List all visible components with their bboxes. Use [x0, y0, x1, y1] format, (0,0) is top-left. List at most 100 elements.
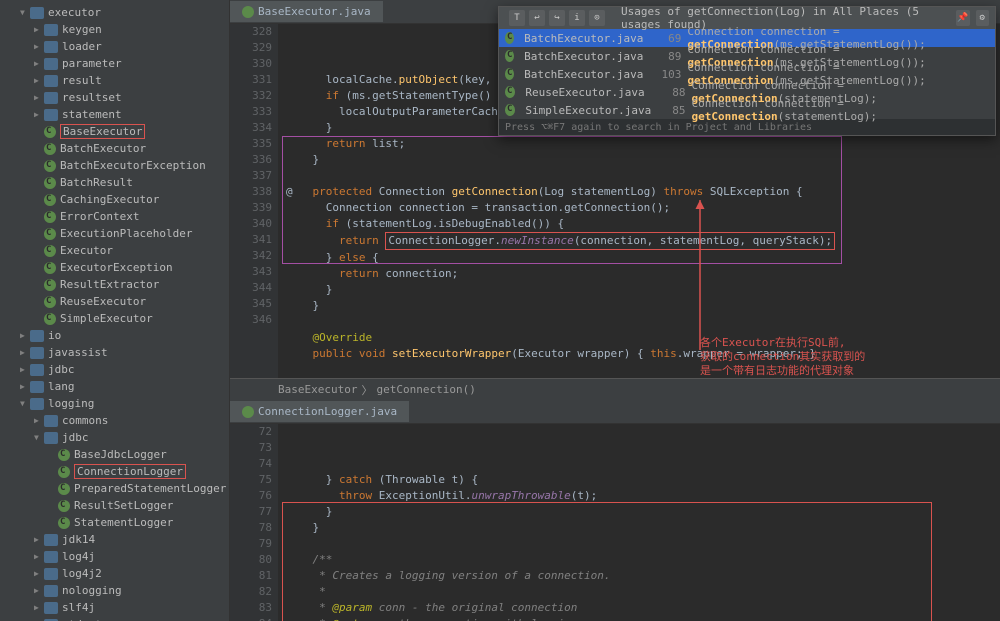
gear-icon[interactable]: ⚙ — [976, 10, 989, 26]
pkg-resultset[interactable]: ▶resultset — [6, 89, 229, 106]
class-icon — [44, 245, 56, 257]
breadcrumb[interactable]: BaseExecutor〉getConnection() — [230, 378, 1000, 400]
breadcrumb-method[interactable]: getConnection() — [376, 383, 475, 396]
cls-executionplaceholder[interactable]: ExecutionPlaceholder — [6, 225, 229, 242]
pkg-commons[interactable]: ▶commons — [6, 412, 229, 429]
pkg-result[interactable]: ▶result — [6, 72, 229, 89]
pkg-stdout[interactable]: ▼stdout — [6, 616, 229, 621]
class-icon — [44, 194, 56, 206]
project-tree[interactable]: ▼executor▶keygen▶loader▶parameter▶result… — [0, 0, 230, 621]
package-icon — [44, 534, 58, 546]
class-icon — [58, 449, 70, 461]
cls-executor[interactable]: Executor — [6, 242, 229, 259]
cls-connectionlogger[interactable]: ConnectionLogger — [6, 463, 229, 480]
class-icon — [58, 483, 70, 495]
cls-batchresult[interactable]: BatchResult — [6, 174, 229, 191]
tool-↩[interactable]: ↩ — [529, 10, 545, 26]
tab-label: ConnectionLogger.java — [258, 405, 397, 418]
editor-tabs-bottom[interactable]: ConnectionLogger.java — [230, 400, 1000, 424]
class-icon — [44, 313, 56, 325]
class-icon — [58, 500, 70, 512]
tool-↪[interactable]: ↪ — [549, 10, 565, 26]
class-icon — [44, 211, 56, 223]
find-usages-popup[interactable]: T↩↪i⊙ Usages of getConnection(Log) in Al… — [498, 6, 996, 136]
cls-executorexception[interactable]: ExecutorException — [6, 259, 229, 276]
tab-connectionlogger[interactable]: ConnectionLogger.java — [230, 401, 409, 422]
pkg-keygen[interactable]: ▶keygen — [6, 21, 229, 38]
pkg-log4j[interactable]: ▶log4j — [6, 548, 229, 565]
class-icon — [44, 160, 56, 172]
cls-statementlogger[interactable]: StatementLogger — [6, 514, 229, 531]
cls-reuseexecutor[interactable]: ReuseExecutor — [6, 293, 229, 310]
cls-baseexecutor[interactable]: BaseExecutor — [6, 123, 229, 140]
cls-resultextractor[interactable]: ResultExtractor — [6, 276, 229, 293]
class-icon — [505, 104, 515, 116]
pkg-slf4j[interactable]: ▶slf4j — [6, 599, 229, 616]
package-icon — [30, 364, 44, 376]
breadcrumb-class[interactable]: BaseExecutor — [278, 383, 357, 396]
class-icon — [58, 517, 70, 529]
usage-row[interactable]: SimpleExecutor.java85Connection connecti… — [499, 101, 995, 119]
package-icon — [44, 551, 58, 563]
package-icon — [44, 75, 58, 87]
pkg-log4j2[interactable]: ▶log4j2 — [6, 565, 229, 582]
cls-errorcontext[interactable]: ErrorContext — [6, 208, 229, 225]
package-icon — [44, 109, 58, 121]
pkg-io[interactable]: ▶io — [6, 327, 229, 344]
package-icon — [44, 432, 58, 444]
package-icon — [30, 347, 44, 359]
pkg-logging[interactable]: ▼logging — [6, 395, 229, 412]
tab-baseexecutor[interactable]: BaseExecutor.java — [230, 1, 383, 22]
pkg-statement[interactable]: ▶statement — [6, 106, 229, 123]
gutter-top[interactable]: 3283293303313323333343353363373383393403… — [230, 24, 278, 378]
class-icon — [505, 32, 514, 44]
class-icon — [44, 279, 56, 291]
class-icon — [44, 143, 56, 155]
class-icon — [44, 296, 56, 308]
pkg-parameter[interactable]: ▶parameter — [6, 55, 229, 72]
package-icon — [44, 415, 58, 427]
annotation-callout: 各个Executor在执行SQL前, 获取的connection其实获取到的 是… — [700, 336, 865, 378]
package-icon — [44, 585, 58, 597]
pkg-lang[interactable]: ▶lang — [6, 378, 229, 395]
pkg-jdbc[interactable]: ▼jdbc — [6, 429, 229, 446]
pkg-loader[interactable]: ▶loader — [6, 38, 229, 55]
class-icon — [44, 262, 56, 274]
pkg-jdbc[interactable]: ▶jdbc — [6, 361, 229, 378]
package-icon — [30, 7, 44, 19]
package-icon — [44, 568, 58, 580]
cls-preparedstatementlogger[interactable]: PreparedStatementLogger — [6, 480, 229, 497]
class-icon — [44, 177, 56, 189]
class-icon — [44, 126, 56, 138]
class-icon — [242, 6, 254, 18]
class-icon — [505, 50, 514, 62]
cls-resultsetlogger[interactable]: ResultSetLogger — [6, 497, 229, 514]
gutter-bottom[interactable]: 7273747576777879808182838485868788899091 — [230, 424, 278, 621]
package-icon — [44, 58, 58, 70]
package-icon — [30, 330, 44, 342]
cls-cachingexecutor[interactable]: CachingExecutor — [6, 191, 229, 208]
class-icon — [58, 466, 70, 478]
package-icon — [30, 398, 44, 410]
pin-icon[interactable]: 📌 — [956, 10, 969, 26]
tab-label: BaseExecutor.java — [258, 5, 371, 18]
class-icon — [242, 406, 254, 418]
package-icon — [30, 381, 44, 393]
class-icon — [505, 86, 515, 98]
pkg-nologging[interactable]: ▶nologging — [6, 582, 229, 599]
cls-batchexecutor[interactable]: BatchExecutor — [6, 140, 229, 157]
tool-i[interactable]: i — [569, 10, 585, 26]
pkg-executor[interactable]: ▼executor — [6, 4, 229, 21]
tool-⊙[interactable]: ⊙ — [589, 10, 605, 26]
tool-T[interactable]: T — [509, 10, 525, 26]
cls-basejdbclogger[interactable]: BaseJdbcLogger — [6, 446, 229, 463]
cls-batchexecutorexception[interactable]: BatchExecutorException — [6, 157, 229, 174]
code-bottom[interactable]: } catch (Throwable t) { throw ExceptionU… — [278, 424, 1000, 621]
pkg-javassist[interactable]: ▶javassist — [6, 344, 229, 361]
package-icon — [44, 92, 58, 104]
class-icon — [505, 68, 514, 80]
cls-simpleexecutor[interactable]: SimpleExecutor — [6, 310, 229, 327]
pkg-jdk14[interactable]: ▶jdk14 — [6, 531, 229, 548]
package-icon — [44, 41, 58, 53]
package-icon — [44, 602, 58, 614]
